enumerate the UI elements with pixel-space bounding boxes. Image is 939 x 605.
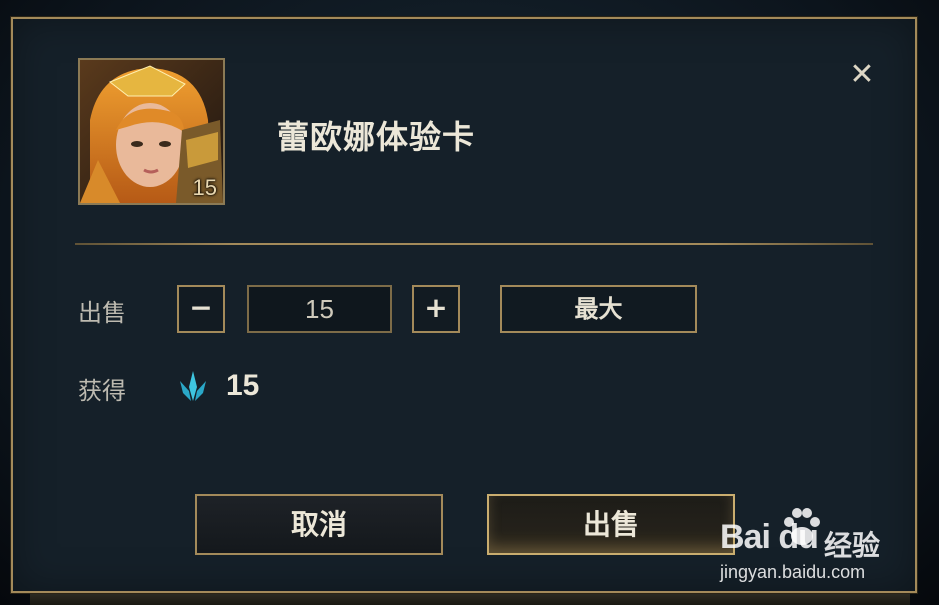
paw-icon: [784, 508, 820, 545]
gain-value: 15: [226, 369, 260, 402]
watermark-cn: 经验: [824, 530, 881, 561]
confirm-sell-button[interactable]: 出售: [487, 494, 735, 555]
dialog-bottom-edge: [30, 594, 910, 605]
gain-label: 获得: [78, 377, 126, 405]
watermark-url: jingyan.baidu.com: [720, 562, 866, 582]
increase-button[interactable]: +: [412, 285, 460, 333]
max-button[interactable]: 最大: [500, 285, 697, 333]
item-count-badge: 15: [192, 175, 217, 200]
decrease-button[interactable]: −: [177, 285, 225, 333]
cancel-button[interactable]: 取消: [195, 494, 443, 555]
quantity-input[interactable]: 15: [247, 285, 392, 333]
close-icon[interactable]: ✕: [845, 58, 879, 92]
divider: [75, 243, 873, 245]
baidu-watermark: Bai du 经验 jingyan.baidu.com: [720, 500, 920, 590]
champion-portrait: 15: [78, 58, 225, 205]
sell-label: 出售: [78, 299, 126, 327]
item-title: 蕾欧娜体验卡: [277, 118, 476, 156]
blue-essence-icon: [180, 371, 206, 401]
